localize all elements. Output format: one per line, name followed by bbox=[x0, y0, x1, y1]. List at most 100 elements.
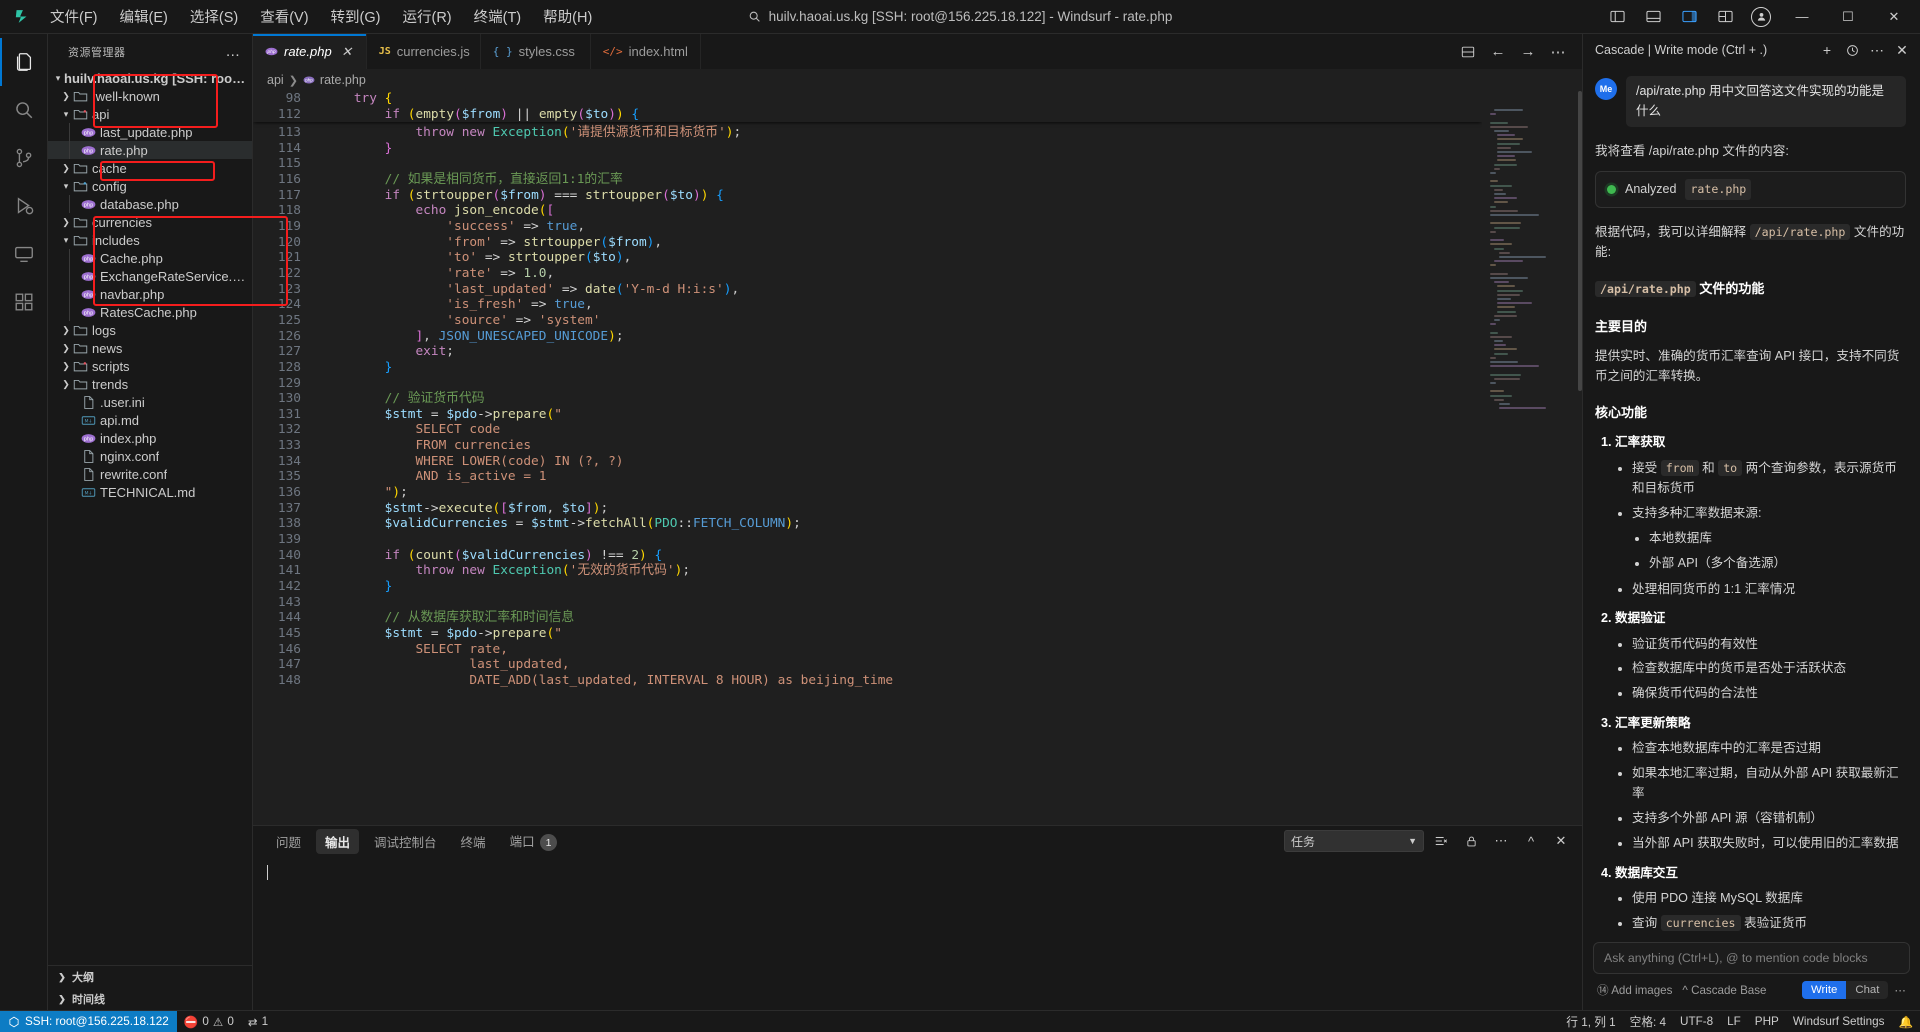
tree-item-rate-php[interactable]: ❯phprate.php bbox=[48, 141, 252, 159]
menu-file[interactable]: 文件(F) bbox=[40, 2, 108, 31]
layout-icon[interactable] bbox=[1708, 2, 1742, 32]
menu-run[interactable]: 运行(R) bbox=[392, 2, 461, 31]
tree-item-trends[interactable]: ❯ trends bbox=[48, 375, 252, 393]
editor-tab-index-html[interactable]: </> index.html bbox=[590, 34, 701, 69]
analyzed-card[interactable]: Analyzed rate.php bbox=[1595, 170, 1906, 208]
menu-go[interactable]: 转到(G) bbox=[321, 2, 391, 31]
timeline-section[interactable]: ❯ 时间线 bbox=[48, 988, 252, 1010]
tree-item-logs[interactable]: ❯ logs bbox=[48, 321, 252, 339]
status-problems[interactable]: ⛔ 0 ⚠ 0 bbox=[177, 1011, 241, 1032]
menu-terminal[interactable]: 终端(T) bbox=[464, 2, 532, 31]
tree-item-config[interactable]: ▾ config bbox=[48, 177, 252, 195]
menu-edit[interactable]: 编辑(E) bbox=[110, 2, 178, 31]
maximize-panel-icon[interactable]: ^ bbox=[1518, 829, 1544, 853]
status-eol[interactable]: LF bbox=[1720, 1011, 1748, 1032]
menu-selection[interactable]: 选择(S) bbox=[180, 2, 248, 31]
tree-item-scripts[interactable]: ❯ scripts bbox=[48, 357, 252, 375]
close-cascade-icon[interactable]: ✕ bbox=[1890, 38, 1914, 62]
panel-more-icon[interactable]: ⋯ bbox=[1488, 829, 1514, 853]
close-tab-icon[interactable]: ✕ bbox=[338, 43, 356, 61]
history-icon[interactable] bbox=[1840, 38, 1864, 62]
tree-item--user-ini[interactable]: ❯.user.ini bbox=[48, 393, 252, 411]
editor-more-icon[interactable]: ⋯ bbox=[1544, 38, 1572, 66]
tree-item-navbar-php[interactable]: ❯phpnavbar.php bbox=[48, 285, 252, 303]
cascade-base-button[interactable]: ^ Cascade Base bbox=[1682, 984, 1766, 997]
panel-tab-output[interactable]: 输出 bbox=[316, 828, 360, 854]
editor-tab-currencies-js[interactable]: JS currencies.js bbox=[366, 34, 481, 69]
tree-item-database-php[interactable]: ❯phpdatabase.php bbox=[48, 195, 252, 213]
tree-item-cache[interactable]: ❯ cache bbox=[48, 159, 252, 177]
code-content[interactable]: 113 throw new Exception('请提供源货币和目标货币'); … bbox=[253, 91, 1482, 689]
forward-icon[interactable]: → bbox=[1514, 38, 1542, 66]
code-editor[interactable]: 113 throw new Exception('请提供源货币和目标货币'); … bbox=[253, 91, 1582, 825]
tree-item-news[interactable]: ❯ news bbox=[48, 339, 252, 357]
tree-item-api-md[interactable]: ❯M↓api.md bbox=[48, 411, 252, 429]
panel-tab-ports[interactable]: 端口 1 bbox=[501, 828, 567, 855]
tree-item-api[interactable]: ▾ api bbox=[48, 105, 252, 123]
activity-explorer[interactable] bbox=[0, 38, 48, 86]
mode-toggle[interactable]: Write Chat bbox=[1801, 981, 1889, 999]
explorer-more-icon[interactable]: ... bbox=[220, 41, 246, 62]
minimize-button[interactable]: — bbox=[1780, 2, 1824, 32]
breadcrumb[interactable]: api ❯ php rate.php bbox=[253, 69, 1582, 91]
split-editor-icon[interactable] bbox=[1454, 38, 1482, 66]
editor-tab-rate-php[interactable]: php rate.php ✕ bbox=[253, 34, 367, 69]
mode-chat[interactable]: Chat bbox=[1846, 981, 1888, 999]
cascade-more-icon[interactable]: ⋯ bbox=[1865, 38, 1889, 62]
tree-item-rewrite-conf[interactable]: ❯rewrite.conf bbox=[48, 465, 252, 483]
tree-item-index-php[interactable]: ❯phpindex.php bbox=[48, 429, 252, 447]
activity-remote[interactable] bbox=[0, 230, 48, 278]
tree-item-nginx-conf[interactable]: ❯nginx.conf bbox=[48, 447, 252, 465]
status-ports[interactable]: ⇄ 1 bbox=[241, 1011, 275, 1032]
add-images-button[interactable]: ⑭ Add images bbox=[1597, 982, 1672, 998]
cascade-toolbar-more-icon[interactable]: ⋯ bbox=[1894, 983, 1906, 997]
status-indentation[interactable]: 空格: 4 bbox=[1623, 1011, 1673, 1032]
file-tree[interactable]: ▾huilv.haoai.us.kg [SSH: root@156.225.18… bbox=[48, 69, 252, 965]
breadcrumb-folder[interactable]: api bbox=[267, 73, 284, 87]
tree-item-includes[interactable]: ▾ includes bbox=[48, 231, 252, 249]
tree-item-currencies[interactable]: ❯ currencies bbox=[48, 213, 252, 231]
breadcrumb-file[interactable]: rate.php bbox=[320, 73, 366, 87]
status-windsurf-settings[interactable]: Windsurf Settings bbox=[1786, 1011, 1892, 1032]
new-chat-icon[interactable]: + bbox=[1815, 38, 1839, 62]
menu-help[interactable]: 帮助(H) bbox=[533, 2, 602, 31]
outline-section[interactable]: ❯ 大纲 bbox=[48, 966, 252, 988]
menu-view[interactable]: 查看(V) bbox=[250, 2, 318, 31]
close-button[interactable]: ✕ bbox=[1872, 2, 1916, 32]
maximize-button[interactable]: ☐ bbox=[1826, 2, 1870, 32]
output-content[interactable] bbox=[253, 856, 1582, 1010]
status-encoding[interactable]: UTF-8 bbox=[1673, 1011, 1720, 1032]
tree-item--well-known[interactable]: ❯ .well-known bbox=[48, 87, 252, 105]
minimap-slider[interactable] bbox=[1578, 91, 1582, 391]
toggle-secondary-sidebar-icon[interactable] bbox=[1672, 2, 1706, 32]
account-icon[interactable] bbox=[1744, 2, 1778, 32]
editor-tabs[interactable]: php rate.php ✕ JS currencies.js { } styles.css… bbox=[253, 34, 701, 69]
status-language[interactable]: PHP bbox=[1748, 1011, 1786, 1032]
tree-item-cache-php[interactable]: ❯phpCache.php bbox=[48, 249, 252, 267]
toggle-panel-icon[interactable] bbox=[1636, 2, 1670, 32]
back-icon[interactable]: ← bbox=[1484, 38, 1512, 66]
close-panel-icon[interactable]: ✕ bbox=[1548, 829, 1574, 853]
tree-item-technical-md[interactable]: ❯M↓TECHNICAL.md bbox=[48, 483, 252, 501]
panel-tab-debug-console[interactable]: 调试控制台 bbox=[365, 829, 446, 854]
code-scroll-area[interactable]: 113 throw new Exception('请提供源货币和目标货币'); … bbox=[253, 91, 1482, 825]
clear-output-icon[interactable] bbox=[1428, 829, 1454, 853]
activity-source-control[interactable] bbox=[0, 134, 48, 182]
status-bell-icon[interactable]: 🔔 bbox=[1891, 1011, 1920, 1032]
panel-tab-problems[interactable]: 问题 bbox=[267, 829, 310, 854]
lock-icon[interactable] bbox=[1458, 829, 1484, 853]
activity-run-debug[interactable] bbox=[0, 182, 48, 230]
status-cursor-position[interactable]: 行 1, 列 1 bbox=[1559, 1011, 1622, 1032]
output-channel-select[interactable]: 任务 ▼ bbox=[1284, 830, 1424, 852]
tree-item-ratescache-php[interactable]: ❯phpRatesCache.php bbox=[48, 303, 252, 321]
mode-write[interactable]: Write bbox=[1801, 981, 1847, 999]
activity-extensions[interactable] bbox=[0, 278, 48, 326]
minimap[interactable] bbox=[1482, 91, 1582, 825]
editor-tab-styles-css[interactable]: { } styles.css bbox=[480, 34, 591, 69]
toggle-primary-sidebar-icon[interactable] bbox=[1600, 2, 1634, 32]
cascade-input[interactable]: Ask anything (Ctrl+L), @ to mention code… bbox=[1593, 942, 1910, 974]
status-remote[interactable]: SSH: root@156.225.18.122 bbox=[0, 1010, 177, 1032]
tree-item-last-update-php[interactable]: ❯phplast_update.php bbox=[48, 123, 252, 141]
tree-root[interactable]: ▾huilv.haoai.us.kg [SSH: root@156.225.18… bbox=[48, 69, 252, 87]
tree-item-exchangerateservice-php[interactable]: ❯phpExchangeRateService.php bbox=[48, 267, 252, 285]
